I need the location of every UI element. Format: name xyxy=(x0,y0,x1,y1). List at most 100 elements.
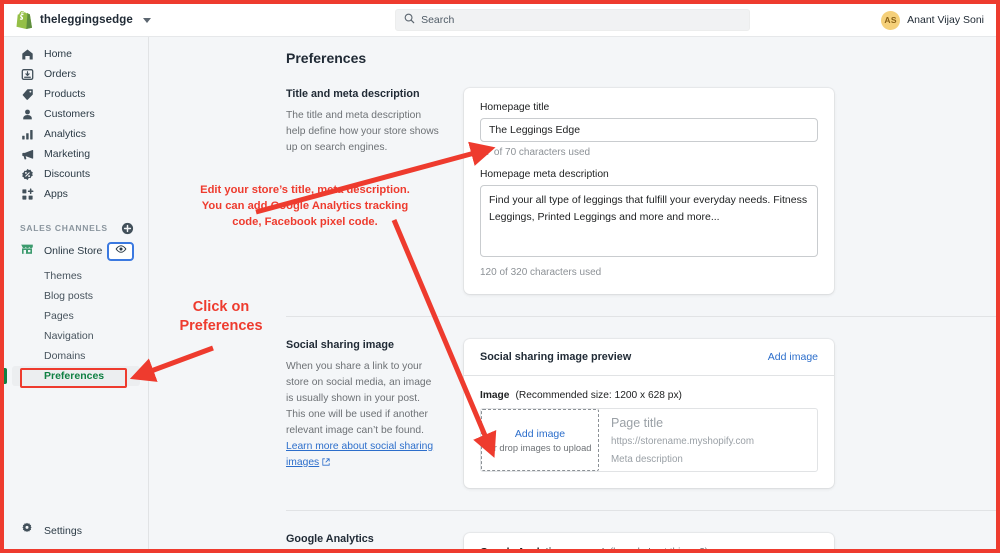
ga-account-label: Google Analytics account xyxy=(480,547,605,549)
sidebar-item-blog-posts[interactable]: Blog posts xyxy=(12,286,140,306)
avatar: AS xyxy=(881,10,901,30)
preview-meta: Page title https://storename.myshopify.c… xyxy=(599,409,817,471)
sidebar-item-orders[interactable]: Orders xyxy=(12,64,140,84)
online-store-subnav: Themes Blog posts Pages Navigation Domai… xyxy=(4,266,148,386)
sidebar-item-domains[interactable]: Domains xyxy=(12,346,140,366)
gear-icon xyxy=(20,522,34,539)
orders-inbox-icon xyxy=(20,67,34,81)
section-description: Title and meta description The title and… xyxy=(286,88,464,294)
social-sharing-preview-card: Social sharing image preview Add image I… xyxy=(464,339,834,488)
section-description: Google Analytics Google Analytics enable… xyxy=(286,533,464,549)
section-body-text: When you share a link to your store on s… xyxy=(286,361,432,436)
sidebar-item-discounts[interactable]: Discounts xyxy=(12,164,140,184)
sidebar-item-online-store[interactable]: Online Store xyxy=(12,240,140,262)
primary-nav: Home Orders Products Customers Analytics… xyxy=(4,37,148,204)
discounts-badge-icon xyxy=(20,167,34,181)
sidebar-item-settings[interactable]: Settings xyxy=(4,522,149,539)
products-tag-icon xyxy=(20,87,34,101)
user-name: Anant Vijay Soni xyxy=(907,14,984,26)
section-body: The title and meta description help defi… xyxy=(286,110,439,153)
sidebar-item-label: Settings xyxy=(44,524,82,537)
sidebar-item-label: Discounts xyxy=(44,168,91,180)
store-switcher[interactable]: theleggingsedge xyxy=(4,11,264,29)
store-name: theleggingsedge xyxy=(40,14,133,26)
section-description: Social sharing image When you share a li… xyxy=(286,339,464,488)
subitem-label: Blog posts xyxy=(44,290,94,302)
sidebar-item-navigation[interactable]: Navigation xyxy=(12,326,140,346)
homepage-meta-textarea[interactable] xyxy=(480,185,818,257)
ga-account-label-row: Google Analytics account (how do I set t… xyxy=(480,547,818,549)
sidebar-item-label: Online Store xyxy=(44,245,103,257)
subitem-label: Pages xyxy=(44,310,74,322)
sales-channels-label: SALES CHANNELS xyxy=(20,223,108,233)
section-body: When you share a link to your store on s… xyxy=(286,359,440,472)
subitem-label: Navigation xyxy=(44,330,94,342)
sidebar-item-home[interactable]: Home xyxy=(12,44,140,64)
image-label: Image xyxy=(480,390,510,401)
social-preview-box: Add image or drop images to upload Page … xyxy=(480,408,818,472)
homepage-meta-label: Homepage meta description xyxy=(480,169,609,180)
preview-meta-description: Meta description xyxy=(611,454,683,465)
sidebar-item-label: Analytics xyxy=(44,128,87,140)
chevron-down-icon[interactable] xyxy=(142,17,151,23)
search-placeholder: Search xyxy=(421,14,455,26)
main-content: Preferences Title and meta description T… xyxy=(149,37,996,549)
sidebar-item-customers[interactable]: Customers xyxy=(12,104,140,124)
section-card-area: Social sharing image preview Add image I… xyxy=(464,339,834,488)
section-google-analytics: Google Analytics Google Analytics enable… xyxy=(149,511,996,549)
subitem-label: Themes xyxy=(44,270,82,282)
dropzone-add-image-link[interactable]: Add image xyxy=(515,428,565,440)
search-icon xyxy=(404,11,415,29)
subitem-label: Domains xyxy=(44,350,86,362)
customers-person-icon xyxy=(20,107,34,121)
sidebar-item-label: Marketing xyxy=(44,148,91,160)
sidebar-item-analytics[interactable]: Analytics xyxy=(12,124,140,144)
plus-circle-icon[interactable] xyxy=(121,222,134,235)
sidebar-item-themes[interactable]: Themes xyxy=(12,266,140,286)
sidebar-item-pages[interactable]: Pages xyxy=(12,306,140,326)
social-sharing-learn-more-link[interactable]: Learn more about social sharing images xyxy=(286,441,433,468)
sidebar-item-products[interactable]: Products xyxy=(12,84,140,104)
sidebar-item-apps[interactable]: Apps xyxy=(12,184,140,204)
preview-page-title: Page title xyxy=(611,416,664,430)
section-heading: Social sharing image xyxy=(286,339,395,351)
eye-icon xyxy=(115,242,127,260)
card-header: Social sharing image preview Add image xyxy=(464,339,834,376)
section-social-sharing: Social sharing image When you share a li… xyxy=(149,317,996,488)
user-menu[interactable]: AS Anant Vijay Soni xyxy=(881,10,996,30)
apps-grid-plus-icon xyxy=(20,187,34,201)
ga-setup-help-link[interactable]: (how do I set this up?) xyxy=(610,547,708,549)
page-title: Preferences xyxy=(286,50,367,66)
preview-url: https://storename.myshopify.com xyxy=(611,436,755,447)
sidebar-item-marketing[interactable]: Marketing xyxy=(12,144,140,164)
screenshot-root: theleggingsedge Search AS Anant Vijay So… xyxy=(0,0,1000,553)
marketing-megaphone-icon xyxy=(20,147,34,161)
sidebar-item-label: Products xyxy=(44,88,86,100)
preferences-wrap: Preferences xyxy=(4,366,148,386)
sidebar-item-preferences[interactable]: Preferences xyxy=(12,366,140,386)
online-store-left: Online Store xyxy=(20,242,102,261)
sidebar-item-label: Apps xyxy=(44,188,68,200)
external-link-icon xyxy=(322,456,330,472)
section-card-area: Google Analytics account (how do I set t… xyxy=(464,533,834,549)
homepage-meta-counter: 120 of 320 characters used xyxy=(480,267,602,278)
homepage-title-input[interactable] xyxy=(480,118,818,142)
dropzone-hint: or drop images to upload xyxy=(488,442,592,453)
analytics-bars-icon xyxy=(20,127,34,141)
sales-channels-header: SALES CHANNELS xyxy=(4,220,148,236)
title-meta-card: Homepage title 17 of 70 characters used … xyxy=(464,88,834,294)
search-input[interactable]: Search xyxy=(395,9,751,31)
homepage-title-counter: 17 of 70 characters used xyxy=(480,147,591,158)
sidebar-item-label: Customers xyxy=(44,108,95,120)
image-size-hint: (Recommended size: 1200 x 628 px) xyxy=(515,390,682,401)
view-store-button[interactable] xyxy=(107,241,134,261)
section-heading: Title and meta description xyxy=(286,88,420,100)
section-title-meta: Title and meta description The title and… xyxy=(149,66,996,294)
homepage-title-label: Homepage title xyxy=(480,102,550,113)
image-dropzone[interactable]: Add image or drop images to upload xyxy=(481,409,599,471)
add-image-header-link[interactable]: Add image xyxy=(768,351,818,363)
shopify-logo-icon xyxy=(16,11,32,29)
search-area: Search xyxy=(264,9,881,31)
section-card-area: Homepage title 17 of 70 characters used … xyxy=(464,88,834,294)
sidebar: Home Orders Products Customers Analytics… xyxy=(4,37,149,549)
